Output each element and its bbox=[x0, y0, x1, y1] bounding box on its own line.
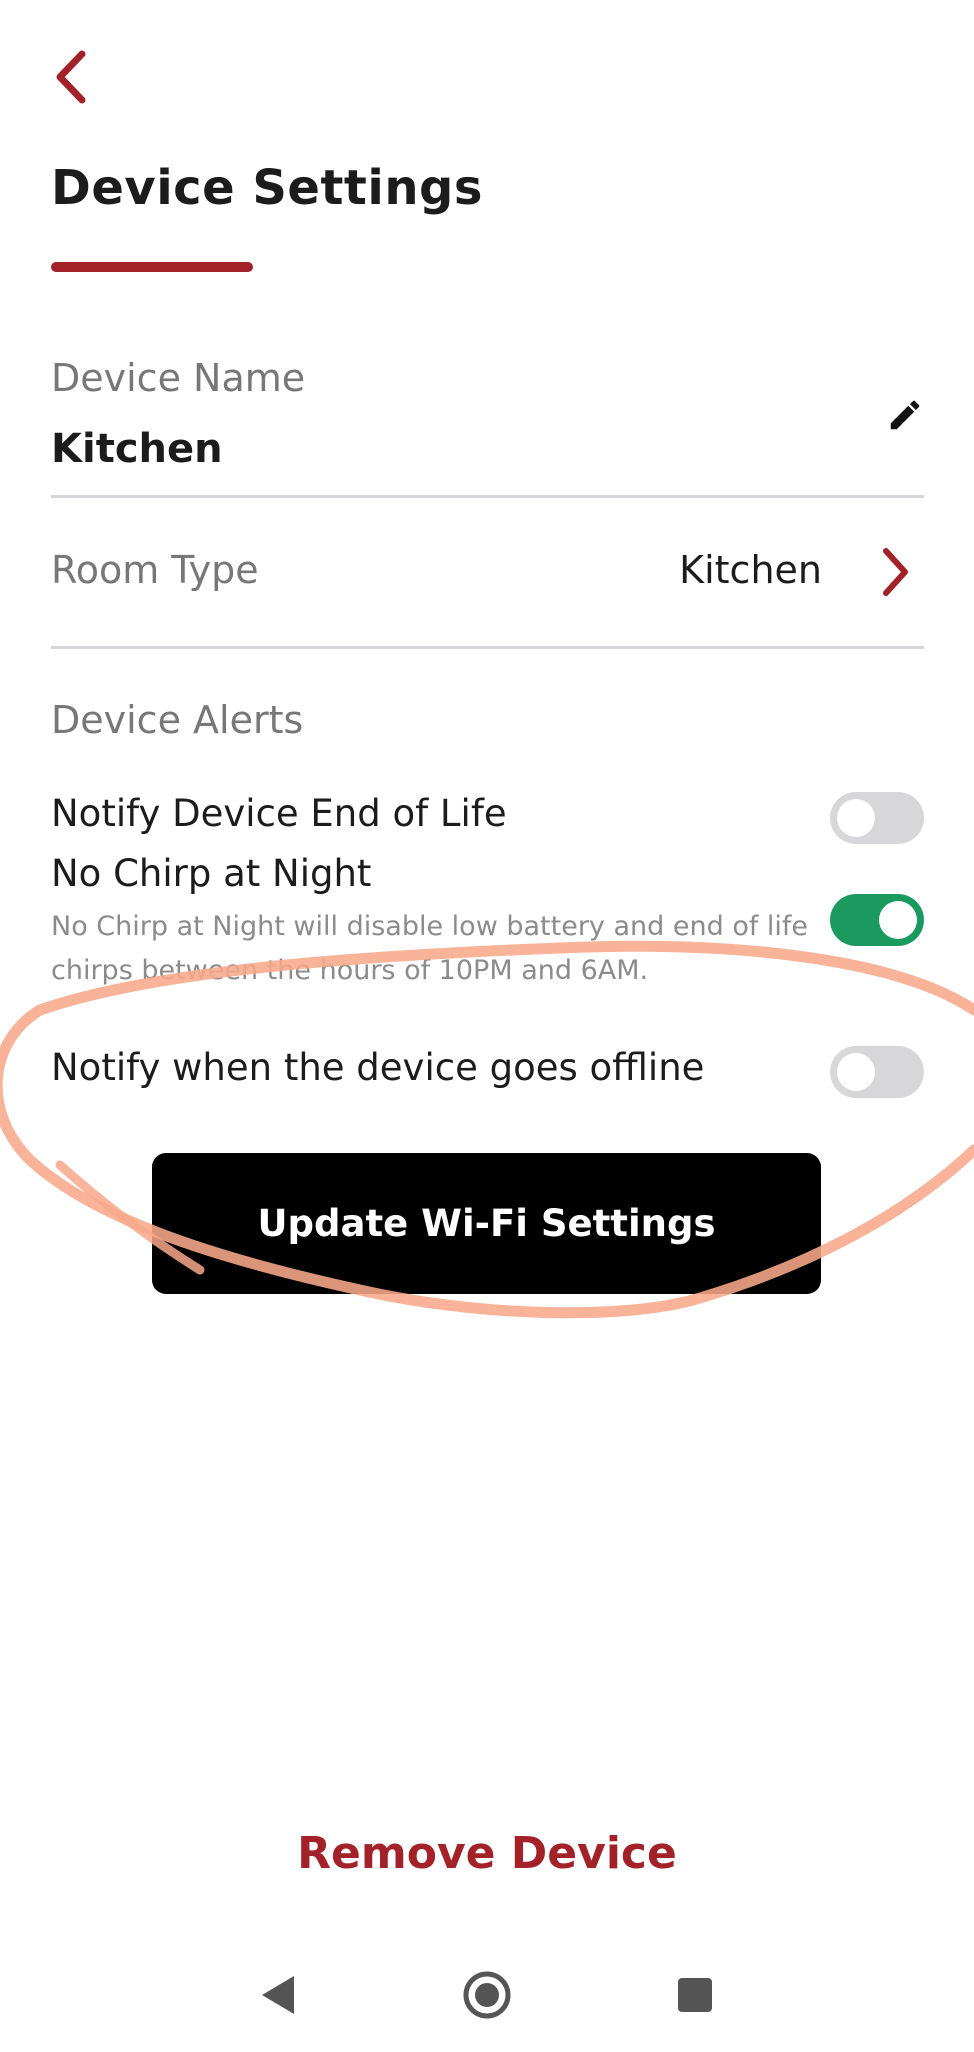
page-title: Device Settings bbox=[51, 160, 483, 216]
device-settings-screen: Device Settings Device Name Kitchen Room… bbox=[0, 0, 974, 2052]
square-recents-icon bbox=[678, 1978, 712, 2012]
offline-notify-label: Notify when the device goes offline bbox=[51, 1046, 705, 1089]
end-of-life-label: Notify Device End of Life bbox=[51, 792, 507, 835]
back-button[interactable] bbox=[46, 44, 96, 110]
device-name-row[interactable]: Device Name Kitchen bbox=[51, 340, 924, 498]
pencil-icon[interactable] bbox=[886, 396, 924, 434]
nav-home-button[interactable] bbox=[452, 1960, 522, 2030]
annotation-scribble bbox=[0, 940, 974, 1319]
room-type-label: Room Type bbox=[51, 548, 259, 592]
update-wifi-button[interactable]: Update Wi-Fi Settings bbox=[152, 1153, 821, 1294]
offline-notify-toggle[interactable] bbox=[830, 1046, 924, 1098]
title-underline bbox=[51, 262, 253, 272]
end-of-life-toggle[interactable] bbox=[830, 792, 924, 844]
room-type-row[interactable]: Room Type Kitchen bbox=[51, 500, 924, 649]
toggle-knob bbox=[879, 901, 917, 939]
nav-back-button[interactable] bbox=[243, 1960, 313, 2030]
chevron-left-icon bbox=[56, 50, 86, 104]
toggle-knob bbox=[837, 1053, 875, 1091]
triangle-back-icon bbox=[262, 1976, 294, 2014]
device-alerts-header: Device Alerts bbox=[51, 698, 304, 742]
device-name-label: Device Name bbox=[51, 356, 306, 400]
remove-device-button[interactable]: Remove Device bbox=[0, 1828, 974, 1879]
nav-recents-button[interactable] bbox=[660, 1960, 730, 2030]
device-name-value: Kitchen bbox=[51, 426, 223, 472]
circle-home-icon bbox=[463, 1971, 511, 2019]
android-nav-bar bbox=[0, 1940, 974, 2052]
room-type-value: Kitchen bbox=[679, 548, 822, 592]
toggle-knob bbox=[837, 799, 875, 837]
chevron-right-icon bbox=[883, 548, 908, 596]
no-chirp-label: No Chirp at Night bbox=[51, 852, 372, 895]
no-chirp-toggle[interactable] bbox=[830, 894, 924, 946]
no-chirp-description: No Chirp at Night will disable low batte… bbox=[51, 911, 809, 986]
